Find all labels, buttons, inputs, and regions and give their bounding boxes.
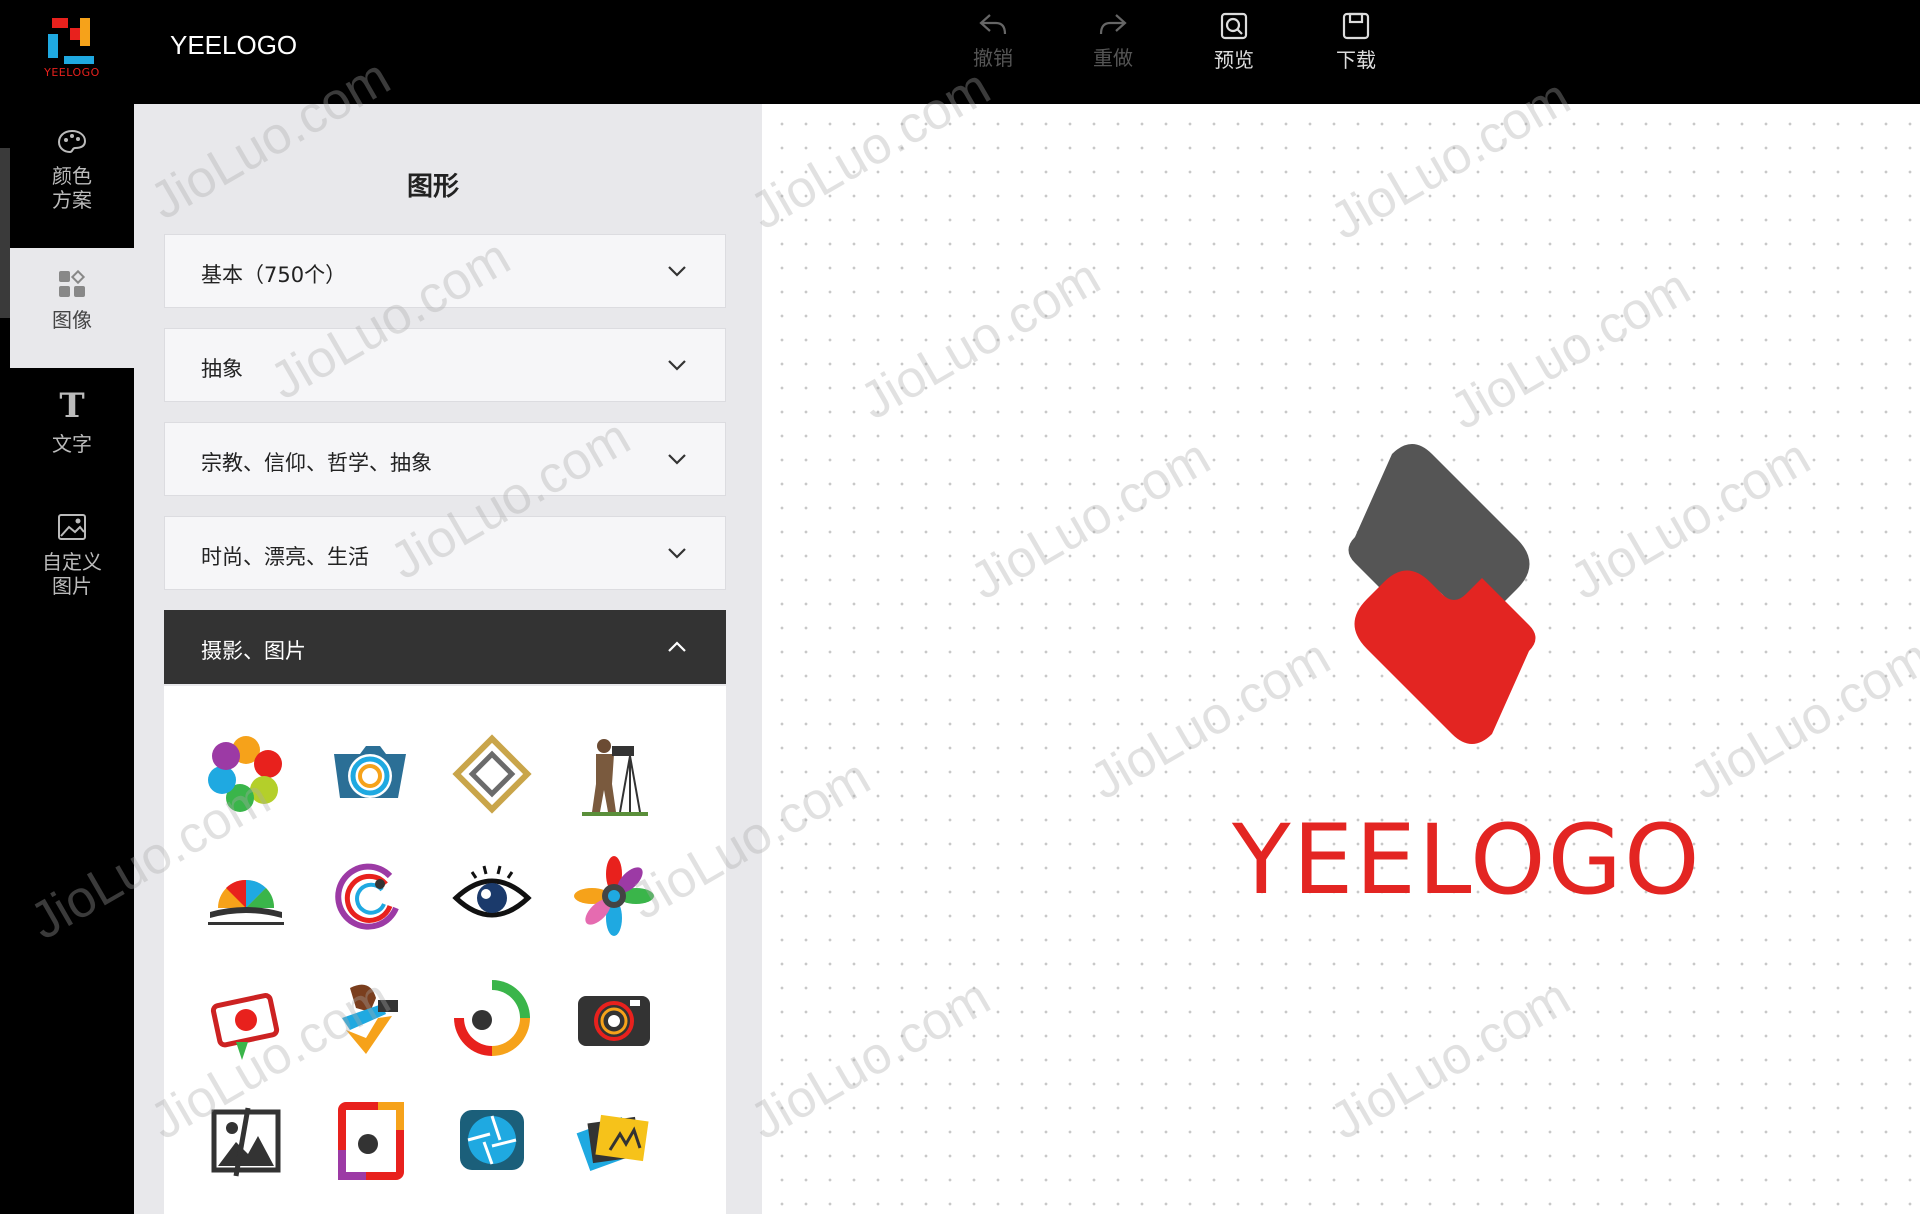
shape-photographer[interactable] bbox=[564, 724, 664, 824]
nav-label-image: 图像 bbox=[52, 308, 92, 332]
photo-stack-icon bbox=[576, 1114, 649, 1172]
eye-icon bbox=[452, 865, 532, 918]
chevron-down-icon bbox=[668, 266, 686, 277]
shape-red-camera-pin[interactable] bbox=[196, 968, 296, 1068]
category-photography[interactable]: 摄影、图片 bbox=[164, 610, 726, 684]
logo-subtext: YEELOGO bbox=[44, 66, 100, 79]
shape-photographer-woman[interactable] bbox=[320, 968, 420, 1068]
shape-circle-lens[interactable] bbox=[442, 968, 542, 1068]
shape-book-aperture[interactable] bbox=[196, 846, 296, 946]
nav-item-image[interactable]: 图像 bbox=[10, 248, 134, 368]
design-canvas[interactable]: YEELOGO bbox=[762, 104, 1920, 1214]
shape-eye[interactable] bbox=[442, 846, 542, 946]
shape-color-circles[interactable] bbox=[196, 724, 296, 824]
preview-button[interactable]: 预览 bbox=[1194, 12, 1274, 73]
brand-logo-mark[interactable] bbox=[1242, 424, 1642, 804]
camera-swirl-icon bbox=[334, 746, 406, 798]
shape-blue-aperture[interactable] bbox=[442, 1090, 542, 1190]
preview-icon bbox=[1220, 12, 1248, 40]
yeelogo-logo-icon bbox=[48, 18, 94, 64]
nav-item-custom-image[interactable]: 自定义 图片 bbox=[10, 512, 134, 632]
shape-colored-frame[interactable] bbox=[320, 1090, 420, 1190]
nav-label-text: 文字 bbox=[52, 432, 92, 456]
left-nav: 颜色 方案 图像 T 文字 自定义 图片 bbox=[0, 104, 134, 1214]
nav-item-text[interactable]: T 文字 bbox=[10, 388, 134, 488]
blue-aperture-icon bbox=[460, 1110, 524, 1170]
nav-label-color-scheme: 颜色 方案 bbox=[52, 164, 92, 212]
shape-image-frame[interactable] bbox=[196, 1090, 296, 1190]
text-icon: T bbox=[59, 386, 85, 426]
image-frame-icon bbox=[211, 1107, 281, 1177]
category-abstract[interactable]: 抽象 bbox=[164, 328, 726, 402]
shapes-icon bbox=[59, 269, 86, 297]
red-camera-pin-icon bbox=[210, 993, 280, 1060]
app-logo[interactable]: YEELOGO bbox=[36, 14, 108, 84]
shape-dark-camera[interactable] bbox=[564, 968, 664, 1068]
photographer-icon bbox=[582, 739, 648, 816]
category-basic[interactable]: 基本（750个） bbox=[164, 234, 726, 308]
download-icon bbox=[1342, 12, 1370, 40]
palette-icon bbox=[57, 129, 87, 154]
shapes-panel: 图形 基本（750个） 抽象 宗教、信仰、哲学、抽象 时尚、漂亮、生活 摄影、图… bbox=[134, 104, 762, 1214]
undo-icon bbox=[979, 14, 1007, 35]
shape-grid bbox=[164, 686, 726, 1214]
redo-icon bbox=[1099, 14, 1127, 35]
undo-button[interactable]: 撤销 bbox=[953, 12, 1033, 71]
chevron-down-icon bbox=[668, 454, 686, 465]
rainbow-swirl-icon bbox=[335, 863, 399, 930]
preview-label: 预览 bbox=[1214, 48, 1254, 72]
undo-label: 撤销 bbox=[973, 46, 1013, 70]
category-label: 抽象 bbox=[201, 357, 243, 381]
redo-label: 重做 bbox=[1093, 46, 1133, 70]
category-label: 时尚、漂亮、生活 bbox=[201, 545, 369, 569]
nav-edge bbox=[0, 148, 10, 318]
dark-camera-icon bbox=[578, 996, 650, 1046]
shape-photo-stack[interactable] bbox=[564, 1090, 664, 1190]
shape-gold-frame[interactable] bbox=[442, 724, 542, 824]
color-circles-icon bbox=[208, 736, 282, 812]
book-aperture-icon bbox=[208, 879, 284, 925]
panel-title: 图形 bbox=[406, 172, 459, 202]
flower-lens-icon bbox=[574, 856, 654, 936]
colored-frame-icon bbox=[338, 1102, 404, 1180]
download-label: 下载 bbox=[1336, 48, 1376, 72]
nav-label-custom-image: 自定义 图片 bbox=[42, 550, 102, 598]
shape-rainbow-swirl[interactable] bbox=[320, 846, 420, 946]
photographer-woman-icon bbox=[342, 984, 398, 1054]
nav-item-color-scheme[interactable]: 颜色 方案 bbox=[10, 128, 134, 248]
download-button[interactable]: 下载 bbox=[1316, 12, 1396, 73]
redo-button[interactable]: 重做 bbox=[1073, 12, 1153, 71]
category-religion[interactable]: 宗教、信仰、哲学、抽象 bbox=[164, 422, 726, 496]
gold-frame-icon bbox=[452, 734, 532, 814]
app-title: YEELOGO bbox=[170, 30, 298, 60]
image-icon bbox=[58, 514, 86, 540]
shape-camera-swirl[interactable] bbox=[320, 724, 420, 824]
brand-text[interactable]: YEELOGO bbox=[1232, 804, 1732, 916]
category-label: 宗教、信仰、哲学、抽象 bbox=[201, 451, 432, 475]
chevron-up-icon bbox=[668, 641, 686, 652]
circle-lens-icon bbox=[454, 980, 530, 1056]
shape-flower-lens[interactable] bbox=[564, 846, 664, 946]
chevron-down-icon bbox=[668, 548, 686, 559]
top-bar: YEELOGO YEELOGO 撤销 重做 预览 下载 bbox=[0, 0, 1920, 104]
category-fashion[interactable]: 时尚、漂亮、生活 bbox=[164, 516, 726, 590]
chevron-down-icon bbox=[668, 360, 686, 371]
category-label: 摄影、图片 bbox=[201, 639, 306, 663]
category-label: 基本（750个） bbox=[201, 263, 347, 287]
